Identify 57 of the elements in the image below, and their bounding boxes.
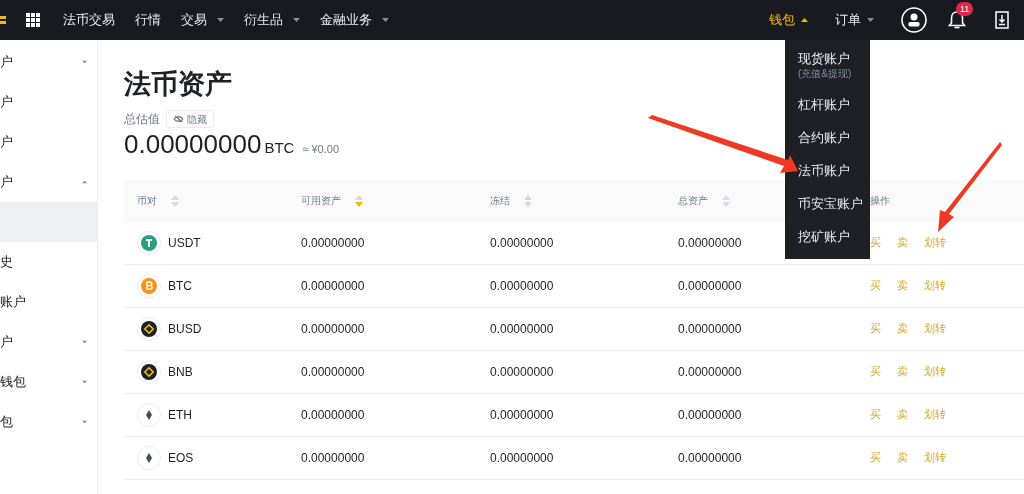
table-cell: 0.00000000 — [490, 321, 554, 336]
notification-badge: 11 — [956, 2, 974, 16]
caret-icon — [801, 18, 808, 22]
nav-link[interactable]: 行情 — [135, 10, 161, 30]
table-cell: 0.00000000 — [490, 235, 554, 250]
page-title: 法币资产 — [124, 68, 232, 101]
eye-slash-icon — [173, 115, 184, 123]
table-cell: 0.00000000 — [678, 364, 742, 379]
apps-grid-icon[interactable] — [26, 13, 40, 27]
table-cell: 0.00000000 — [301, 450, 365, 465]
table-cell: 0.00000000 — [490, 364, 554, 379]
table-cell: 0.00000000 — [490, 278, 554, 293]
table-cell: 0.00000000 — [301, 321, 365, 336]
column-header[interactable]: 冻结 — [490, 193, 510, 208]
table-cell: 0.00000000 — [301, 278, 365, 293]
column-header[interactable]: 总资产 — [678, 193, 708, 208]
coin-symbol: BTC — [168, 277, 192, 295]
fiat-value: ≈ ¥0.00 — [302, 142, 339, 157]
column-header[interactable]: 操作 — [870, 193, 890, 208]
column-header[interactable]: 可用资产 — [301, 193, 341, 208]
user-icon[interactable] — [901, 7, 927, 33]
logo-icon[interactable] — [0, 14, 6, 26]
coin-symbol: ETH — [168, 406, 192, 424]
table-cell: 0.00000000 — [678, 450, 742, 465]
table-cell: 0.00000000 — [301, 407, 365, 422]
menu-link[interactable]: 钱包 — [769, 10, 808, 30]
nav-link[interactable]: 金融业务 — [320, 10, 389, 30]
caret-icon — [867, 18, 874, 22]
nav-link[interactable]: 法币交易 — [63, 10, 115, 30]
nav-link[interactable]: 交易 — [181, 10, 224, 30]
coin-symbol: BUSD — [168, 320, 202, 338]
nav-link[interactable]: 衍生品 — [244, 10, 300, 30]
total-value: 0.00000000 — [124, 129, 262, 159]
table-cell: 0.00000000 — [301, 364, 365, 379]
table-cell: 0.00000000 — [301, 235, 365, 250]
coin-symbol: EOS — [168, 449, 194, 467]
estimate-label: 总估值 — [124, 111, 160, 128]
menu-item[interactable]: 合约账户 — [785, 121, 870, 154]
table-cell: 0.00000000 — [490, 407, 554, 422]
menu-item[interactable]: 法币账户 — [785, 154, 870, 187]
menu-item[interactable]: 挖矿账户 — [785, 220, 870, 253]
table-cell: 0.00000000 — [678, 235, 742, 250]
hide-button[interactable]: 隐藏 — [166, 110, 214, 128]
table-cell: 0.00000000 — [678, 407, 742, 422]
table-cell: 0.00000000 — [490, 450, 554, 465]
table-cell: 0.00000000 — [678, 278, 742, 293]
download-icon[interactable] — [995, 11, 1009, 29]
menu-item[interactable]: 现货账户 (充值&提现) — [785, 46, 870, 88]
menu-item[interactable]: 杠杆账户 — [785, 88, 870, 121]
coin-symbol: USDT — [168, 234, 201, 252]
coin-symbol: BNB — [168, 363, 193, 381]
column-header[interactable]: 币对 — [137, 193, 157, 208]
total-unit: BTC — [264, 138, 295, 158]
bell-icon[interactable] — [948, 10, 966, 30]
menu-link[interactable]: 订单 — [835, 10, 874, 30]
table-cell: 0.00000000 — [678, 321, 742, 336]
menu-item[interactable]: 币安宝账户 — [785, 187, 870, 220]
